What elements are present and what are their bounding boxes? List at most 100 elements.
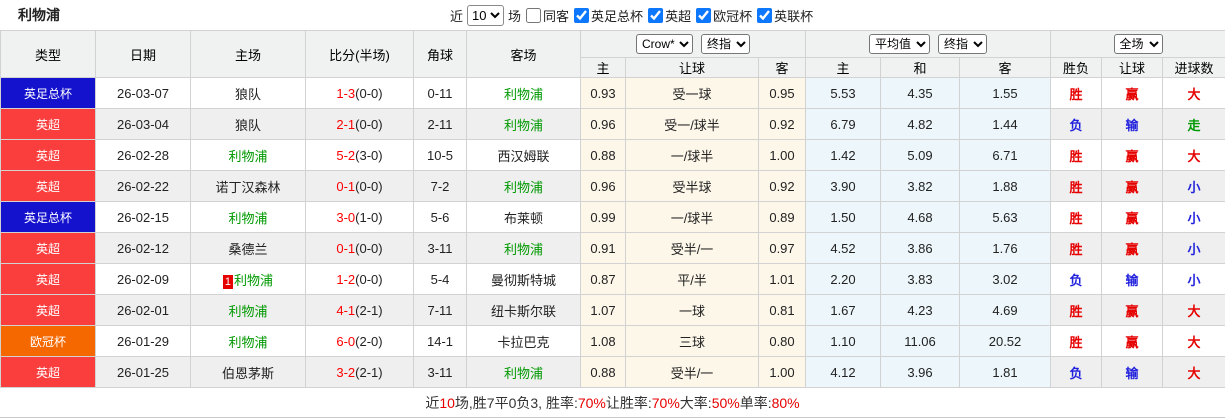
avg-away-cell: 3.02 (960, 264, 1051, 295)
corner-cell: 2-11 (414, 109, 467, 140)
home-team-cell: 利物浦 (191, 326, 306, 357)
col-header-home: 主场 (191, 31, 306, 78)
corner-cell: 3-11 (414, 233, 467, 264)
score-cell: 4-1(2-1) (306, 295, 414, 326)
champions-league-checkbox[interactable] (696, 8, 711, 23)
result-handicap-cell: 输 (1102, 109, 1163, 140)
avg-away-cell: 1.55 (960, 78, 1051, 109)
away-team-cell: 利物浦 (467, 357, 581, 388)
premier-league-checkbox[interactable] (648, 8, 663, 23)
avg-draw-cell: 5.09 (881, 140, 960, 171)
table-row: 英超 26-03-04 狼队 2-1(0-0) 2-11 利物浦 0.96 受一… (1, 109, 1225, 140)
fa-cup-checkbox[interactable] (574, 8, 589, 23)
handicap-cell: 受一/球半 (626, 109, 759, 140)
filter-champions-league[interactable]: 欧冠杯 (696, 6, 752, 25)
recent-count-select[interactable]: 10 (467, 5, 504, 26)
avg-draw-cell: 3.82 (881, 171, 960, 202)
date-cell: 26-02-01 (96, 295, 191, 326)
avg-away-cell: 5.63 (960, 202, 1051, 233)
corner-cell: 0-11 (414, 78, 467, 109)
league-type-badge: 英超 (1, 109, 96, 140)
avg-home-cell: 4.52 (806, 233, 881, 264)
filter-same-away[interactable]: 同客 (526, 6, 569, 25)
avg-draw-cell: 3.86 (881, 233, 960, 264)
col-header-result-winloss: 胜负 (1051, 58, 1102, 78)
filter-league-cup[interactable]: 英联杯 (757, 6, 813, 25)
handicap-cell: 三球 (626, 326, 759, 357)
result-goals-cell: 小 (1163, 264, 1225, 295)
league-type-badge: 英足总杯 (1, 202, 96, 233)
score-cell: 0-1(0-0) (306, 233, 414, 264)
odds-source-select[interactable]: Crow* (636, 34, 693, 54)
col-header-crow-home: 主 (581, 58, 626, 78)
handicap-cell: 受一球 (626, 78, 759, 109)
result-winloss-cell: 胜 (1051, 202, 1102, 233)
away-team-cell: 西汉姆联 (467, 140, 581, 171)
crow-home-odds-cell: 0.99 (581, 202, 626, 233)
crow-away-odds-cell: 1.00 (759, 357, 806, 388)
league-cup-checkbox[interactable] (757, 8, 772, 23)
home-team-cell: 利物浦 (191, 140, 306, 171)
crow-home-odds-cell: 0.87 (581, 264, 626, 295)
filter-fa-cup[interactable]: 英足总杯 (574, 6, 643, 25)
average-select[interactable]: 平均值 (869, 34, 930, 54)
rank-badge: 1 (223, 275, 233, 289)
table-row: 英超 26-02-22 诺丁汉森林 0-1(0-0) 7-2 利物浦 0.96 … (1, 171, 1225, 202)
date-cell: 26-02-22 (96, 171, 191, 202)
league-type-badge: 英超 (1, 264, 96, 295)
top-bar: 利物浦 近 10 场 同客 英足总杯 英超 欧冠杯 英联杯 (0, 0, 1225, 30)
same-away-checkbox[interactable] (526, 8, 541, 23)
result-handicap-cell: 输 (1102, 264, 1163, 295)
result-goals-cell: 小 (1163, 202, 1225, 233)
score-cell: 6-0(2-0) (306, 326, 414, 357)
avg-draw-cell: 3.96 (881, 357, 960, 388)
result-winloss-cell: 胜 (1051, 171, 1102, 202)
crow-home-odds-cell: 0.96 (581, 171, 626, 202)
crow-home-odds-cell: 1.08 (581, 326, 626, 357)
table-row: 英超 26-02-12 桑德兰 0-1(0-0) 3-11 利物浦 0.91 受… (1, 233, 1225, 264)
result-scope-group: 全场 (1051, 31, 1225, 58)
result-winloss-cell: 胜 (1051, 295, 1102, 326)
result-scope-select[interactable]: 全场 (1114, 34, 1163, 54)
result-goals-cell: 大 (1163, 140, 1225, 171)
table-row: 英超 26-02-28 利物浦 5-2(3-0) 10-5 西汉姆联 0.88 … (1, 140, 1225, 171)
league-type-badge: 英足总杯 (1, 78, 96, 109)
crow-away-odds-cell: 1.00 (759, 140, 806, 171)
odds-final-select[interactable]: 终指 (701, 34, 750, 54)
crow-away-odds-cell: 0.80 (759, 326, 806, 357)
home-team-cell: 桑德兰 (191, 233, 306, 264)
result-handicap-cell: 输 (1102, 357, 1163, 388)
avg-draw-cell: 3.83 (881, 264, 960, 295)
avg-away-cell: 1.76 (960, 233, 1051, 264)
avg-home-cell: 4.12 (806, 357, 881, 388)
average-final-select[interactable]: 终指 (938, 34, 987, 54)
result-goals-cell: 走 (1163, 109, 1225, 140)
filter-premier-league[interactable]: 英超 (648, 6, 691, 25)
crow-away-odds-cell: 0.89 (759, 202, 806, 233)
avg-home-cell: 1.42 (806, 140, 881, 171)
crow-home-odds-cell: 0.91 (581, 233, 626, 264)
table-row: 英足总杯 26-02-15 利物浦 3-0(1-0) 5-6 布莱顿 0.99 … (1, 202, 1225, 233)
crow-home-odds-cell: 0.88 (581, 357, 626, 388)
handicap-cell: 一/球半 (626, 202, 759, 233)
avg-draw-cell: 11.06 (881, 326, 960, 357)
result-goals-cell: 大 (1163, 357, 1225, 388)
col-header-away: 客场 (467, 31, 581, 78)
result-winloss-cell: 负 (1051, 264, 1102, 295)
avg-away-cell: 1.88 (960, 171, 1051, 202)
corner-cell: 7-11 (414, 295, 467, 326)
col-header-result-handicap: 让球 (1102, 58, 1163, 78)
result-winloss-cell: 胜 (1051, 78, 1102, 109)
score-cell: 2-1(0-0) (306, 109, 414, 140)
date-cell: 26-03-04 (96, 109, 191, 140)
crow-home-odds-cell: 1.07 (581, 295, 626, 326)
handicap-cell: 受半球 (626, 171, 759, 202)
home-team-cell: 利物浦 (191, 202, 306, 233)
filter-controls: 近 10 场 同客 英足总杯 英超 欧冠杯 英联杯 (450, 0, 813, 30)
crow-away-odds-cell: 0.97 (759, 233, 806, 264)
avg-home-cell: 2.20 (806, 264, 881, 295)
away-team-cell: 布莱顿 (467, 202, 581, 233)
crow-away-odds-cell: 0.95 (759, 78, 806, 109)
date-cell: 26-02-09 (96, 264, 191, 295)
table-row: 英超 26-01-25 伯恩茅斯 3-2(2-1) 3-11 利物浦 0.88 … (1, 357, 1225, 388)
